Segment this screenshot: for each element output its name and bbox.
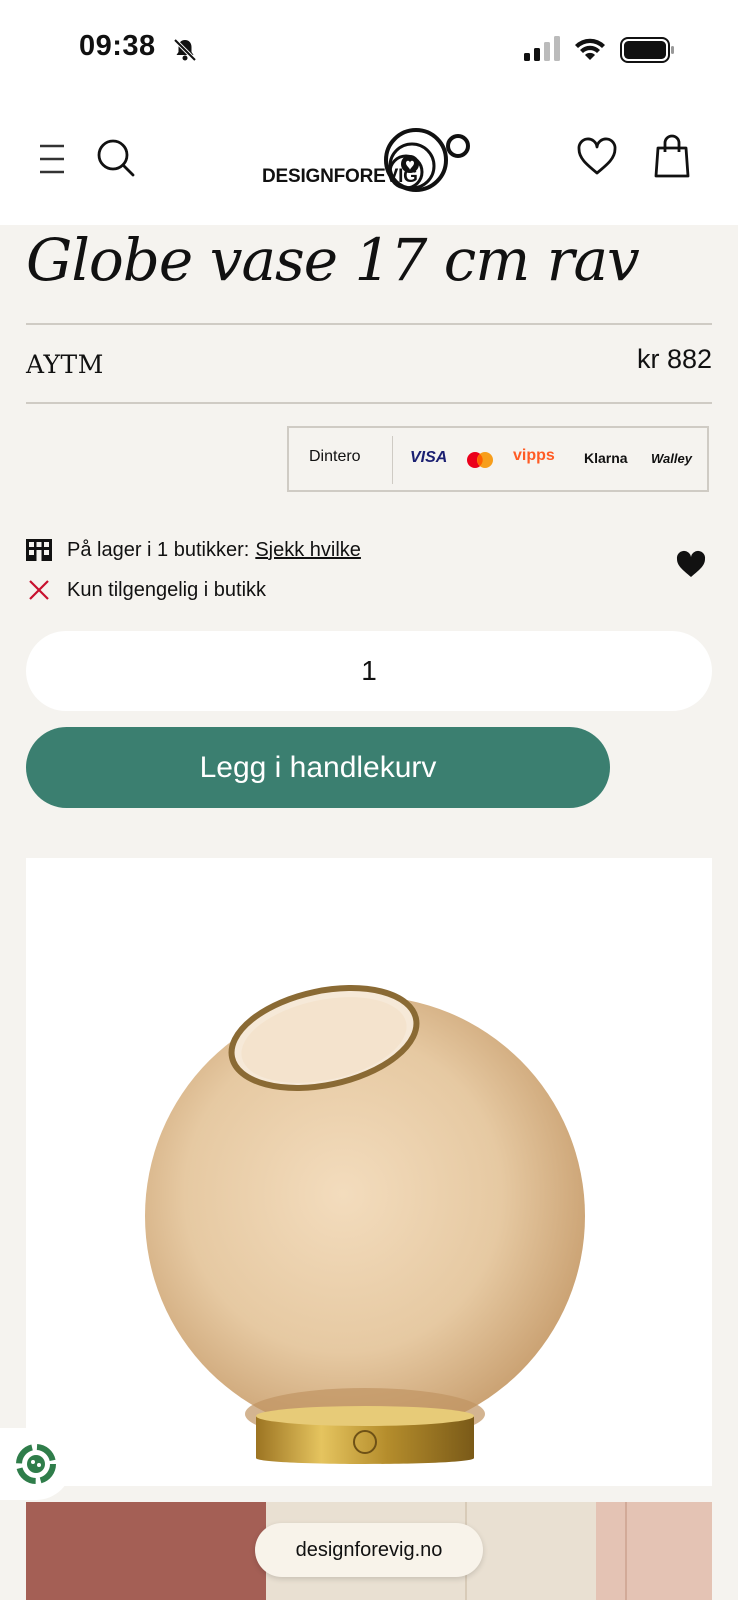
stock-text: På lager i 1 butikker: — [67, 538, 250, 561]
status-bar: 09:38 — [0, 0, 738, 100]
product-price: kr 882 — [636, 344, 712, 374]
site-header: DESIGNFOREVIG — [0, 100, 738, 225]
divider-top — [26, 323, 712, 325]
recycle-icon — [16, 1444, 56, 1484]
store-icon — [26, 539, 52, 561]
stock-status: På lager i 1 butikker: Sjekk hvilke — [26, 535, 361, 565]
menu-icon[interactable] — [38, 142, 66, 176]
availability-text: Kun tilgengelig i butikk — [67, 578, 267, 601]
check-stores-link[interactable]: Sjekk hvilke — [255, 539, 361, 562]
heart-icon[interactable] — [576, 136, 618, 176]
payment-dintero: Dintero — [309, 448, 361, 465]
payment-klarna: Klarna — [584, 450, 628, 466]
status-time: 09:38 — [79, 30, 156, 62]
payment-vipps: vipps — [513, 447, 555, 464]
bell-muted-icon — [173, 38, 197, 62]
payment-divider — [392, 436, 393, 484]
quantity-field[interactable]: 1 — [26, 631, 712, 711]
payment-walley: Walley — [651, 451, 692, 466]
vase-image — [145, 985, 585, 1464]
site-logo[interactable]: DESIGNFOREVIG — [262, 122, 472, 197]
logo-icon — [384, 128, 470, 192]
favorite-heart-icon[interactable] — [676, 550, 706, 578]
battery-icon — [620, 37, 674, 63]
product-brand[interactable]: AYTM — [26, 350, 104, 379]
close-icon — [29, 580, 49, 600]
bag-icon[interactable] — [654, 134, 690, 178]
browser-url-bar[interactable]: designforevig.no — [255, 1523, 483, 1577]
divider-bottom — [26, 402, 712, 404]
product-title: Globe vase 17 cm rav — [26, 226, 640, 294]
wifi-icon — [575, 38, 605, 60]
payment-visa: VISA — [410, 449, 448, 466]
eco-badge[interactable] — [0, 1428, 72, 1500]
payment-methods: Dintero VISA vipps Klarna Walley — [287, 426, 709, 492]
product-image[interactable] — [26, 858, 712, 1486]
signal-icon — [524, 36, 560, 61]
availability-status: Kun tilgengelig i butikk — [26, 575, 266, 605]
add-to-cart-button[interactable]: Legg i handlekurv — [26, 727, 610, 808]
mastercard-icon — [467, 452, 493, 468]
search-icon[interactable] — [96, 138, 136, 178]
